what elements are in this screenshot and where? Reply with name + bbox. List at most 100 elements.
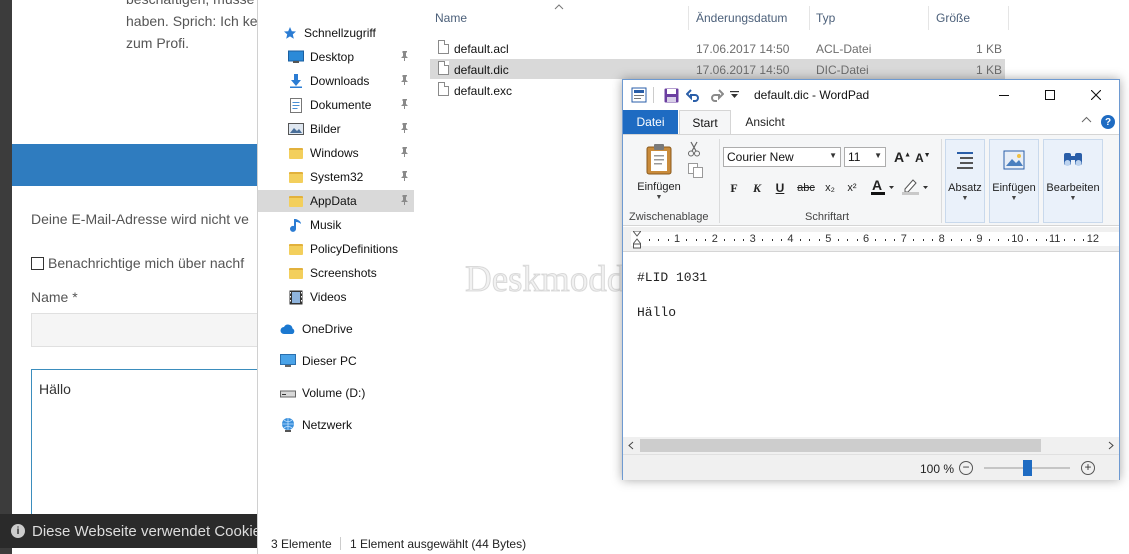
nav-item-network[interactable]: Netzwerk	[280, 414, 414, 436]
file-icon	[438, 82, 449, 96]
zoom-slider-thumb[interactable]	[1022, 460, 1032, 476]
nav-item-system32[interactable]: System32	[288, 166, 414, 188]
grow-font-icon[interactable]: A▲	[894, 149, 911, 165]
nav-item-screenshots[interactable]: Screenshots	[288, 262, 414, 284]
file-size: 1 KB	[975, 42, 1002, 56]
nav-item-quick-access[interactable]: Schnellzugriff	[282, 22, 438, 44]
text-color-icon[interactable]: A	[870, 177, 896, 200]
file-type: DIC-Datei	[816, 63, 869, 77]
close-button[interactable]	[1073, 80, 1119, 110]
horizontal-scrollbar[interactable]	[623, 437, 1119, 454]
minimize-button[interactable]	[981, 80, 1027, 110]
font-name-value: Courier New	[727, 150, 794, 164]
nav-item-desktop[interactable]: Desktop	[288, 46, 414, 68]
insert-button[interactable]: Einfügen ▼	[989, 139, 1039, 223]
collapse-ribbon-icon[interactable]	[1081, 114, 1092, 126]
edit-button[interactable]: Bearbeiten ▼	[1043, 139, 1103, 223]
strikethrough-button[interactable]: abc	[794, 179, 818, 197]
column-divider[interactable]	[928, 6, 929, 30]
nav-item-onedrive[interactable]: OneDrive	[280, 318, 414, 340]
ruler-tick	[988, 239, 990, 241]
pin-icon	[400, 51, 410, 63]
font-name-select[interactable]: Courier New ▼	[723, 147, 841, 167]
nav-item-downloads[interactable]: Downloads	[288, 70, 414, 92]
maximize-button[interactable]	[1027, 80, 1073, 110]
wordpad-title-bar[interactable]: default.dic - WordPad	[623, 80, 1119, 110]
document-area[interactable]: #LID 1031 Hällo	[623, 253, 1119, 437]
nav-item-documents[interactable]: Dokumente	[288, 94, 414, 116]
scroll-left-icon[interactable]	[623, 437, 639, 454]
sort-ascending-icon	[554, 2, 564, 13]
ruler-tick	[1064, 239, 1066, 241]
intro-line: haben. Sprich: Ich ke	[126, 13, 258, 29]
comment-textarea[interactable]: Hällo	[31, 369, 260, 519]
highlight-icon[interactable]	[901, 177, 931, 200]
notify-checkbox[interactable]	[31, 256, 44, 270]
bold-button[interactable]: F	[724, 179, 744, 197]
file-row[interactable]: default.acl 17.06.2017 14:50 ACL-Datei 1…	[430, 38, 1005, 58]
column-divider[interactable]	[688, 6, 689, 30]
nav-item-label: Windows	[310, 146, 359, 160]
ruler-tick	[884, 239, 886, 241]
file-row-selected[interactable]: default.dic 17.06.2017 14:50 DIC-Datei 1…	[430, 59, 1005, 79]
save-icon[interactable]	[664, 87, 679, 103]
notify-checkbox-row[interactable]: Benachrichtige mich über nachf	[31, 255, 260, 271]
dropdown-arrow-icon: ▼	[961, 195, 969, 202]
nav-item-this-pc[interactable]: Dieser PC	[280, 350, 414, 372]
copy-icon[interactable]	[688, 163, 703, 181]
pin-icon	[400, 171, 410, 183]
videos-icon	[288, 289, 304, 305]
nav-item-volume-d[interactable]: Volume (D:)	[280, 382, 414, 404]
pin-icon	[400, 123, 410, 135]
superscript-button[interactable]: x²	[842, 179, 862, 197]
nav-item-music[interactable]: Musik	[288, 214, 414, 236]
nav-item-label: Schnellzugriff	[304, 26, 376, 40]
zoom-in-button[interactable]: +	[1081, 461, 1095, 475]
scroll-right-icon[interactable]	[1103, 437, 1119, 454]
cut-icon[interactable]	[687, 141, 701, 160]
help-icon[interactable]: ?	[1101, 115, 1115, 129]
tab-file[interactable]: Datei	[623, 110, 678, 134]
ribbon: Einfügen ▼ Zwischenablage Courier New ▼ …	[623, 134, 1119, 226]
ruler-tick	[658, 239, 660, 241]
nav-item-appdata[interactable]: AppData	[258, 190, 414, 212]
svg-text:A: A	[872, 177, 882, 193]
nav-item-label: Bilder	[310, 122, 341, 136]
undo-icon[interactable]	[686, 87, 702, 103]
nav-item-windows[interactable]: Windows	[288, 142, 414, 164]
ruler-tick	[1026, 239, 1028, 241]
name-input[interactable]	[31, 313, 260, 347]
italic-button[interactable]: K	[747, 179, 767, 197]
paragraph-button[interactable]: Absatz ▼	[945, 139, 985, 223]
ruler-tick	[837, 239, 839, 241]
ruler-tick	[780, 239, 782, 241]
nav-item-label: Volume (D:)	[302, 386, 366, 400]
paste-label: Einfügen	[637, 181, 681, 193]
column-header-type[interactable]: Typ	[816, 11, 835, 25]
underline-button[interactable]: U	[770, 179, 790, 197]
column-divider[interactable]	[1008, 6, 1009, 30]
ruler[interactable]: 1 2 3 4 5 6 7 8 9 10 11 12	[623, 227, 1119, 252]
zoom-out-button[interactable]: −	[959, 461, 973, 475]
nav-item-policydefinitions[interactable]: PolicyDefinitions	[288, 238, 414, 260]
subscript-button[interactable]: x₂	[820, 179, 840, 197]
nav-item-videos[interactable]: Videos	[288, 286, 414, 308]
background-web-page: beschäftigen, müsse haben. Sprich: Ich k…	[0, 0, 260, 554]
ruler-tick	[847, 239, 849, 241]
redo-icon[interactable]	[708, 87, 724, 103]
nav-item-pictures[interactable]: Bilder	[288, 118, 414, 140]
column-header-date[interactable]: Änderungsdatum	[696, 11, 787, 25]
page-left-bar	[0, 0, 12, 554]
scrollbar-thumb[interactable]	[640, 439, 1041, 452]
column-header-size[interactable]: Größe	[936, 11, 970, 25]
customize-quick-access-icon[interactable]	[730, 87, 739, 103]
nav-item-label: OneDrive	[302, 322, 353, 336]
font-size-select[interactable]: 11 ▼	[844, 147, 886, 167]
wordpad-app-icon[interactable]	[631, 87, 647, 103]
column-header-name[interactable]: Name	[435, 11, 467, 25]
shrink-font-icon[interactable]: A▼	[915, 151, 931, 165]
indent-marker-icon[interactable]	[633, 231, 641, 249]
tab-start[interactable]: Start	[679, 110, 731, 135]
tab-view[interactable]: Ansicht	[735, 110, 795, 134]
column-divider[interactable]	[809, 6, 810, 30]
